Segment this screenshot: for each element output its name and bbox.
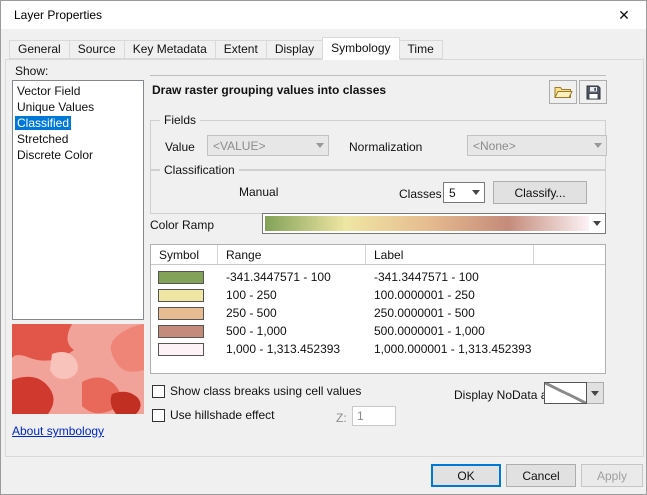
- value-combobox-text: <VALUE>: [213, 139, 266, 153]
- classes-label: Classes: [399, 187, 442, 201]
- fields-group-label: Fields: [160, 113, 201, 127]
- checkbox-label: Show class breaks using cell values: [170, 384, 362, 398]
- checkbox-box[interactable]: [152, 384, 165, 398]
- classification-group-label: Classification: [160, 163, 239, 177]
- save-icon: [586, 85, 600, 99]
- tab-time[interactable]: Time: [398, 40, 443, 59]
- table-row: 250 - 500 250.0000001 - 500: [151, 304, 605, 322]
- class-label[interactable]: 500.0000001 - 1,000: [366, 324, 534, 338]
- show-class-breaks-checkbox[interactable]: Show class breaks using cell values: [152, 384, 361, 398]
- table-row: 1,000 - 1,313.452393 1,000.000001 - 1,31…: [151, 340, 605, 358]
- classification-group: Classification Manual Classes 5 Classify…: [150, 163, 606, 214]
- tab-symbology[interactable]: Symbology: [322, 37, 400, 60]
- show-item-discrete-color[interactable]: Discrete Color: [13, 147, 143, 163]
- table-body: -341.3447571 - 100 -341.3447571 - 100 10…: [151, 265, 605, 358]
- tab-display[interactable]: Display: [265, 40, 324, 59]
- value-label: Value: [165, 140, 195, 154]
- value-combobox: <VALUE>: [207, 135, 329, 156]
- table-header-row: Symbol Range Label: [151, 245, 605, 265]
- checkbox-box[interactable]: [152, 408, 165, 422]
- nodata-swatch: [544, 382, 587, 404]
- chevron-down-icon[interactable]: [587, 382, 604, 404]
- chevron-down-icon: [589, 214, 605, 233]
- use-hillshade-checkbox[interactable]: Use hillshade effect: [152, 408, 275, 422]
- show-item-unique-values[interactable]: Unique Values: [13, 99, 143, 115]
- classes-combobox-text: 5: [449, 186, 456, 200]
- symbology-preview-image: [12, 324, 144, 414]
- z-label: Z:: [336, 411, 347, 425]
- color-ramp-label: Color Ramp: [150, 218, 215, 232]
- chevron-down-icon: [590, 136, 606, 155]
- class-range[interactable]: 250 - 500: [218, 306, 366, 320]
- class-symbol-swatch[interactable]: [158, 270, 204, 284]
- list-item-label: Classified: [15, 116, 72, 130]
- checkbox-label: Use hillshade effect: [170, 408, 275, 422]
- about-symbology-link[interactable]: About symbology: [12, 424, 104, 438]
- folder-open-icon: [553, 86, 573, 98]
- classes-combobox[interactable]: 5: [443, 182, 485, 203]
- class-range[interactable]: 100 - 250: [218, 288, 366, 302]
- import-symbology-button[interactable]: [549, 80, 577, 104]
- color-ramp-combobox[interactable]: [262, 213, 606, 234]
- color-ramp-gradient: [265, 216, 589, 231]
- table-row: -341.3447571 - 100 -341.3447571 - 100: [151, 268, 605, 286]
- show-item-vector-field[interactable]: Vector Field: [13, 83, 143, 99]
- tab-source[interactable]: Source: [68, 40, 125, 59]
- apply-button: Apply: [581, 464, 643, 487]
- table-header-label[interactable]: Label: [366, 245, 534, 264]
- show-item-stretched[interactable]: Stretched: [13, 131, 143, 147]
- symbology-tab-panel: Show: Vector Field Unique Values Classif…: [5, 59, 644, 457]
- class-label[interactable]: -341.3447571 - 100: [366, 270, 534, 284]
- class-range[interactable]: -341.3447571 - 100: [218, 270, 366, 284]
- table-row: 100 - 250 100.0000001 - 250: [151, 286, 605, 304]
- save-symbology-button[interactable]: [579, 80, 607, 104]
- class-range[interactable]: 500 - 1,000: [218, 324, 366, 338]
- class-range[interactable]: 1,000 - 1,313.452393: [218, 342, 366, 356]
- class-breaks-table: Symbol Range Label -341.3447571 - 100 -3…: [150, 244, 606, 374]
- tab-extent[interactable]: Extent: [214, 40, 267, 59]
- close-button[interactable]: ✕: [602, 1, 646, 29]
- nodata-dropdown[interactable]: [544, 382, 604, 404]
- list-item-label: Stretched: [17, 132, 69, 146]
- normalization-combobox: <None>: [467, 135, 607, 156]
- list-item-label: Unique Values: [17, 100, 95, 114]
- z-value-input: [352, 406, 396, 426]
- chevron-down-icon: [312, 136, 328, 155]
- classification-method: Manual: [239, 185, 279, 199]
- tab-strip: General Source Key Metadata Extent Displ…: [9, 37, 443, 60]
- display-nodata-label: Display NoData as: [454, 388, 554, 402]
- class-symbol-swatch[interactable]: [158, 306, 204, 320]
- class-label[interactable]: 250.0000001 - 500: [366, 306, 534, 320]
- header-separator: [150, 75, 606, 76]
- title-bar: Layer Properties ✕: [1, 1, 646, 29]
- close-icon: ✕: [618, 6, 630, 23]
- ok-button[interactable]: OK: [431, 464, 501, 487]
- show-item-classified[interactable]: Classified: [13, 115, 143, 131]
- class-symbol-swatch[interactable]: [158, 324, 204, 338]
- classify-button[interactable]: Classify...: [493, 181, 587, 204]
- panel-header: Draw raster grouping values into classes: [152, 83, 387, 97]
- list-item-label: Vector Field: [17, 84, 81, 98]
- table-header-range[interactable]: Range: [218, 245, 366, 264]
- class-symbol-swatch[interactable]: [158, 288, 204, 302]
- tab-key-metadata[interactable]: Key Metadata: [123, 40, 216, 59]
- show-label: Show:: [15, 64, 49, 78]
- class-label[interactable]: 100.0000001 - 250: [366, 288, 534, 302]
- class-label[interactable]: 1,000.000001 - 1,313.452393: [366, 342, 534, 356]
- cancel-button[interactable]: Cancel: [506, 464, 576, 487]
- show-listbox: Vector Field Unique Values Classified St…: [12, 80, 144, 320]
- table-header-filler: [534, 245, 605, 264]
- normalization-combobox-text: <None>: [473, 139, 516, 153]
- list-item-label: Discrete Color: [17, 148, 94, 162]
- window-title: Layer Properties: [14, 8, 103, 22]
- class-symbol-swatch[interactable]: [158, 342, 204, 356]
- table-header-symbol[interactable]: Symbol: [151, 245, 218, 264]
- table-row: 500 - 1,000 500.0000001 - 1,000: [151, 322, 605, 340]
- layer-properties-dialog: Layer Properties ✕ General Source Key Me…: [0, 0, 647, 495]
- chevron-down-icon: [468, 183, 484, 202]
- tab-general[interactable]: General: [9, 40, 70, 59]
- normalization-label: Normalization: [349, 140, 423, 154]
